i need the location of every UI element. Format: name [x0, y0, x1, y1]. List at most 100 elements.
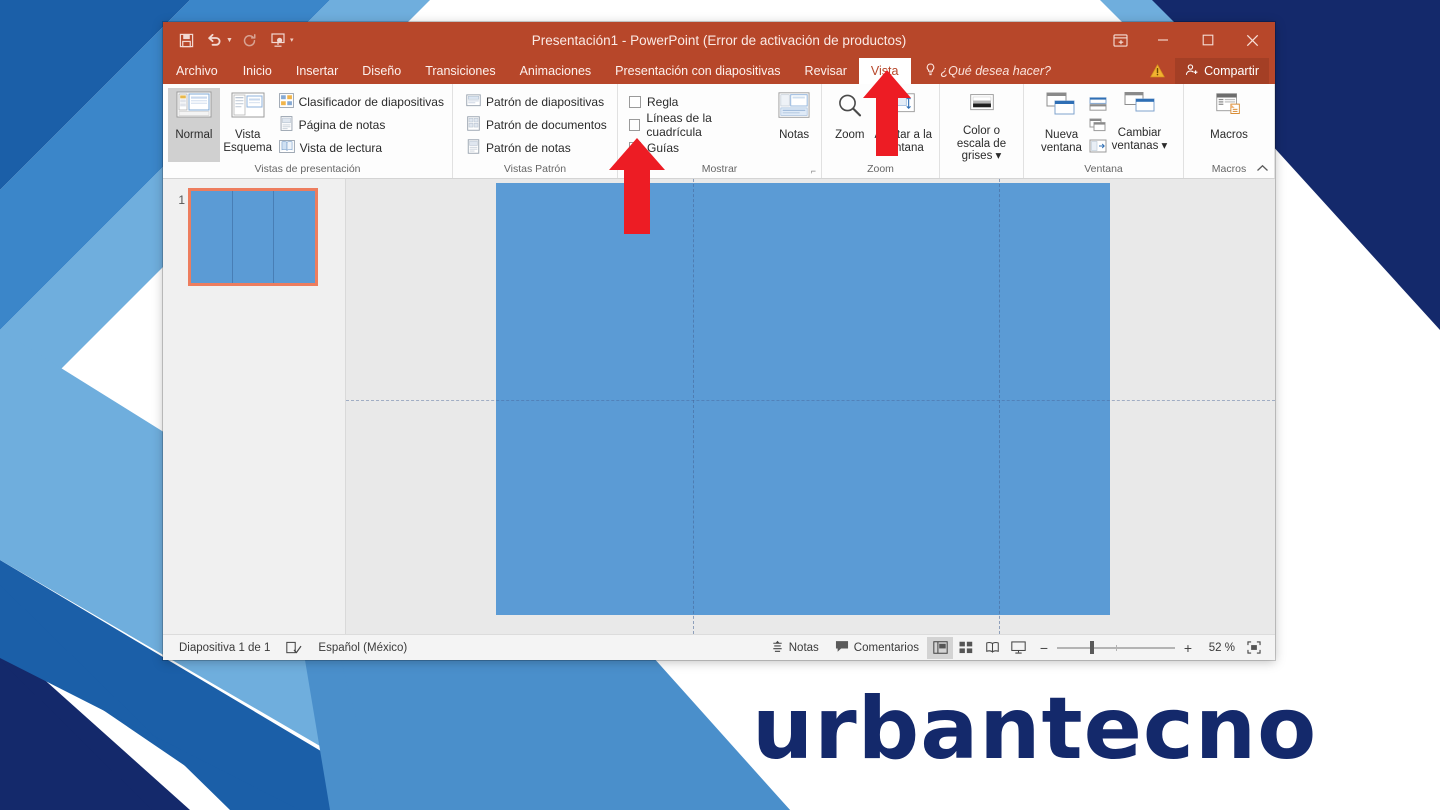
- button-macros[interactable]: Macros: [1200, 88, 1258, 162]
- ribbon-group-label-color: [940, 174, 1023, 178]
- button-vista-esquema[interactable]: Vista Esquema: [220, 88, 276, 162]
- vistas-presentacion-list: Clasificador de diapositivas Página de n…: [276, 88, 447, 162]
- button-macros-label: Macros: [1210, 129, 1248, 141]
- cambiar-ventanas-dropdown-icon[interactable]: ▾: [1162, 140, 1168, 152]
- slide-thumbnail-1[interactable]: [188, 188, 318, 286]
- status-bar: Diapositiva 1 de 1 Español (México) Nota…: [163, 634, 1275, 660]
- zoom-level-label[interactable]: 52 %: [1201, 642, 1235, 654]
- button-clasificador-de-diapositivas[interactable]: Clasificador de diapositivas: [276, 92, 447, 113]
- button-nueva-ventana[interactable]: Nueva ventana: [1039, 88, 1085, 162]
- notes-master-icon: [466, 139, 481, 157]
- urbantecno-logo: urbantecno: [752, 679, 1318, 779]
- macros-icon: [1213, 91, 1245, 126]
- ribbon: Normal Vista Esquema Clasificador de dia…: [163, 84, 1275, 179]
- cambiar-ventanas-text: Cambiar ventanas: [1111, 127, 1162, 152]
- collapse-ribbon-icon[interactable]: [1256, 164, 1269, 176]
- thumbnail-guide-1: [232, 191, 233, 283]
- fit-slide-to-window-button[interactable]: [1241, 637, 1267, 659]
- button-patron-notas-label: Patrón de notas: [486, 141, 571, 155]
- checkbox-lineas-de-la-cuadricula[interactable]: Líneas de la cuadrícula: [626, 111, 766, 139]
- annotation-arrow-guias: [609, 138, 665, 234]
- view-reading-button[interactable]: [979, 637, 1005, 659]
- save-icon[interactable]: [173, 27, 199, 53]
- activation-warning-icon[interactable]: [1142, 64, 1173, 78]
- button-zoom-label: Zoom: [835, 129, 865, 141]
- status-notes-label: Notas: [788, 641, 819, 654]
- notes-page-icon: [279, 116, 294, 134]
- view-normal-button[interactable]: [927, 636, 953, 659]
- zoom-in-button[interactable]: +: [1181, 640, 1195, 656]
- zoom-slider-track[interactable]: [1057, 637, 1175, 659]
- handout-master-icon: [466, 116, 481, 134]
- slide-thumbnail-pane[interactable]: 1: [163, 179, 346, 634]
- tab-presentacion-con-diapositivas[interactable]: Presentación con diapositivas: [603, 58, 792, 84]
- tab-insertar[interactable]: Insertar: [284, 58, 350, 84]
- button-vista-esquema-label: Vista Esquema: [223, 129, 272, 154]
- button-notas[interactable]: Notas: [772, 88, 816, 162]
- ribbon-group-label-zoom: Zoom: [867, 163, 894, 175]
- tab-archivo[interactable]: Archivo: [163, 58, 231, 84]
- comment-icon: [835, 640, 849, 656]
- checkbox-regla-box[interactable]: [629, 96, 641, 108]
- zoom-slider-handle[interactable]: [1090, 641, 1095, 654]
- share-button[interactable]: Compartir: [1175, 58, 1269, 84]
- view-slide-sorter-button[interactable]: [953, 637, 979, 659]
- zoom-magnifier-icon: [835, 91, 865, 126]
- button-cambiar-ventanas[interactable]: Cambiar ventanas ▾: [1111, 88, 1169, 162]
- button-normal[interactable]: Normal: [168, 88, 220, 162]
- slide-canvas[interactable]: [496, 183, 1110, 615]
- new-window-icon: [1045, 91, 1079, 126]
- button-patron-de-notas[interactable]: Patrón de notas: [463, 138, 610, 159]
- proofing-status-icon[interactable]: [278, 635, 310, 661]
- customize-qat-icon[interactable]: ▾: [290, 36, 294, 44]
- slide-master-icon: [466, 93, 481, 111]
- minimize-button[interactable]: [1140, 22, 1185, 58]
- view-slideshow-button[interactable]: [1005, 637, 1031, 659]
- tab-revisar[interactable]: Revisar: [793, 58, 859, 84]
- tab-transiciones[interactable]: Transiciones: [413, 58, 507, 84]
- tab-inicio[interactable]: Inicio: [231, 58, 284, 84]
- notes-pane-icon: [778, 91, 810, 126]
- button-pagina-de-notas[interactable]: Página de notas: [276, 115, 447, 136]
- close-button[interactable]: [1230, 22, 1275, 58]
- status-slide-count[interactable]: Diapositiva 1 de 1: [171, 635, 278, 661]
- organizar-todo-icon[interactable]: [1088, 95, 1108, 113]
- tell-me-search[interactable]: ¿Qué desea hacer?: [911, 58, 1062, 84]
- color-dropdown-icon[interactable]: ▾: [996, 150, 1002, 162]
- zoom-slider[interactable]: − +: [1031, 637, 1201, 659]
- button-patron-de-diapositivas[interactable]: Patrón de diapositivas: [463, 92, 610, 113]
- undo-dropdown-icon[interactable]: ▼: [226, 37, 233, 44]
- button-vista-de-lectura[interactable]: Vista de lectura: [276, 138, 447, 159]
- grayscale-icon: [966, 91, 998, 122]
- maximize-button[interactable]: [1185, 22, 1230, 58]
- ribbon-display-options-icon[interactable]: [1100, 22, 1140, 58]
- tab-animaciones[interactable]: Animaciones: [508, 58, 604, 84]
- zoom-out-button[interactable]: −: [1037, 640, 1051, 656]
- thumbnail-row[interactable]: 1: [163, 188, 345, 286]
- cascada-icon[interactable]: [1088, 116, 1108, 134]
- mover-division-icon[interactable]: [1088, 137, 1108, 155]
- checkbox-regla[interactable]: Regla: [626, 92, 766, 113]
- slide-editing-pane[interactable]: [346, 179, 1275, 634]
- mostrar-dialog-launcher-icon[interactable]: ⌐: [811, 166, 816, 176]
- ribbon-group-label-vistas-patron: Vistas Patrón: [503, 163, 567, 175]
- annotation-arrow-vista: [863, 70, 911, 156]
- checkbox-lineas-cuadricula-box[interactable]: [629, 119, 641, 131]
- status-notes-button[interactable]: Notas: [763, 635, 827, 661]
- outline-view-icon: [230, 91, 266, 126]
- tab-diseno[interactable]: Diseño: [350, 58, 413, 84]
- button-patron-de-documentos[interactable]: Patrón de documentos: [463, 115, 610, 136]
- button-color-o-escala-de-grises[interactable]: Color o escala de grises ▾: [947, 88, 1017, 174]
- ribbon-group-ventana: Nueva ventana Cambiar ventanas ▾ Ventana: [1024, 84, 1184, 178]
- redo-icon[interactable]: [237, 27, 263, 53]
- powerpoint-window: ▼ ▾ Presentación1 - PowerPoint (Error de…: [163, 22, 1275, 660]
- button-cambiar-ventanas-label: Cambiar ventanas ▾: [1112, 127, 1168, 152]
- button-clasificador-label: Clasificador de diapositivas: [298, 95, 444, 109]
- lightbulb-icon: [925, 63, 936, 79]
- start-slideshow-icon[interactable]: [265, 27, 291, 53]
- button-normal-label: Normal: [175, 129, 213, 141]
- workspace: 1: [163, 179, 1275, 634]
- status-language[interactable]: Español (México): [310, 635, 415, 661]
- status-comments-button[interactable]: Comentarios: [827, 635, 927, 661]
- undo-icon[interactable]: [201, 27, 227, 53]
